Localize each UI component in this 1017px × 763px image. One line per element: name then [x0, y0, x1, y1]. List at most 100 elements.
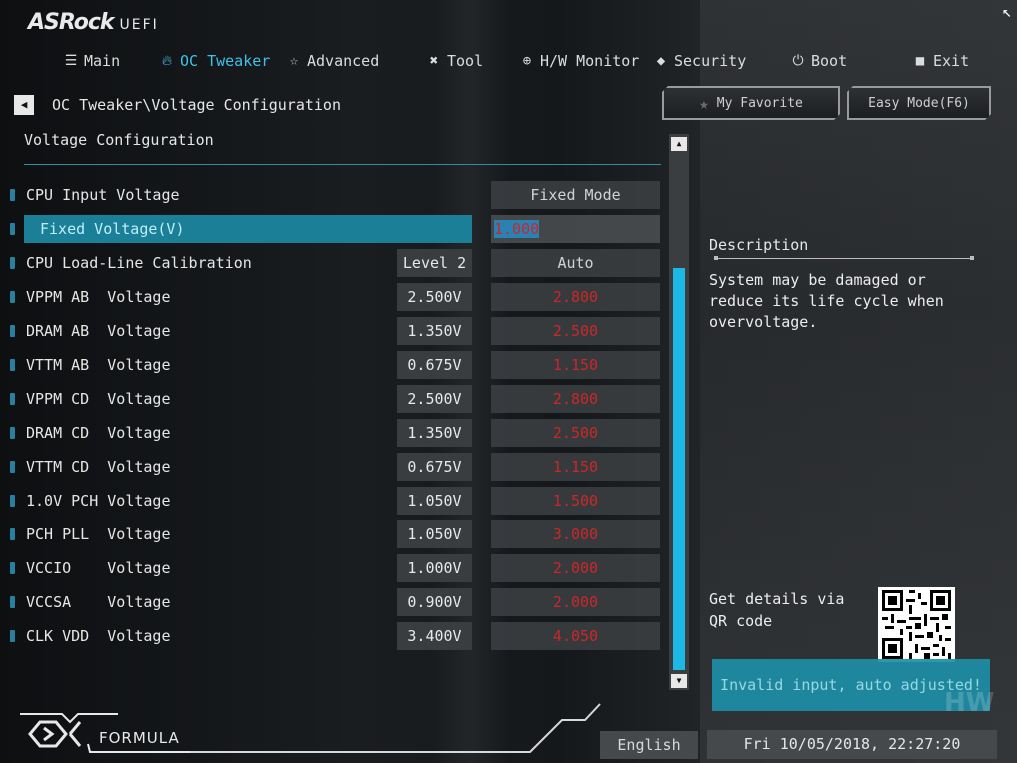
current-value: 3.400V: [397, 622, 472, 650]
scroll-up-button[interactable]: ▲: [671, 137, 687, 151]
row-marker: [10, 596, 15, 608]
setting-row-vccio[interactable]: VCCIO Voltage 1.000V 2.000: [0, 554, 665, 584]
current-value: 2.500V: [397, 385, 472, 413]
setting-value-dropdown[interactable]: Auto: [491, 249, 660, 277]
current-value: 1.350V: [397, 317, 472, 345]
setting-value-input[interactable]: 3.000: [491, 520, 660, 548]
breadcrumb: OC Tweaker\Voltage Configuration: [52, 96, 341, 114]
tab-security[interactable]: ◆ Security: [654, 52, 746, 70]
current-value: 1.350V: [397, 419, 472, 447]
tab-exit[interactable]: ■ Exit: [913, 52, 969, 70]
setting-row-vttm-ab[interactable]: VTTM AB Voltage 0.675V 1.150: [0, 351, 665, 381]
exit-door-icon: ■: [915, 53, 925, 69]
setting-row-cpu-input-voltage[interactable]: CPU Input Voltage Fixed Mode: [0, 181, 665, 211]
row-marker: [10, 393, 15, 405]
tab-tool-label: Tool: [447, 52, 484, 70]
current-value: Level 2: [397, 249, 472, 277]
setting-row-1v-pch[interactable]: 1.0V PCH Voltage 1.050V 1.500: [0, 487, 665, 517]
row-marker: [10, 630, 15, 642]
setting-row-vppm-ab[interactable]: VPPM AB Voltage 2.500V 2.800: [0, 283, 665, 313]
setting-label: VPPM CD Voltage: [26, 390, 171, 408]
footer-accent-line: [190, 703, 601, 753]
setting-value-input[interactable]: 1.500: [491, 487, 660, 515]
setting-label: CPU Input Voltage: [26, 186, 180, 204]
qr-code-graphic: [879, 587, 954, 662]
chevron-up-icon: ▲: [676, 139, 682, 148]
monitor-icon: ⊕: [522, 53, 532, 69]
tab-hw-monitor[interactable]: ⊕ H/W Monitor: [520, 52, 640, 70]
setting-label: Fixed Voltage(V): [40, 220, 185, 238]
setting-value-input[interactable]: 2.500: [491, 317, 660, 345]
setting-row-vttm-cd[interactable]: VTTM CD Voltage 0.675V 1.150: [0, 453, 665, 483]
setting-label: 1.0V PCH Voltage: [26, 492, 171, 510]
back-button[interactable]: ◀: [14, 95, 34, 115]
tab-main[interactable]: ☰ Main: [64, 52, 120, 70]
current-value: 0.675V: [397, 351, 472, 379]
mouse-pointer-icon: ↖: [1002, 2, 1012, 21]
tab-boot-label: Boot: [811, 52, 848, 70]
setting-row-vccsa[interactable]: VCCSA Voltage 0.900V 2.000: [0, 588, 665, 618]
list-icon: ☰: [64, 53, 78, 69]
setting-row-vppm-cd[interactable]: VPPM CD Voltage 2.500V 2.800: [0, 385, 665, 415]
scroll-down-button[interactable]: ▼: [671, 674, 687, 688]
setting-label: DRAM AB Voltage: [26, 322, 171, 340]
chevron-down-icon: ▼: [676, 676, 682, 685]
my-favorite-label: My Favorite: [716, 95, 803, 111]
setting-value-input[interactable]: 2.000: [491, 554, 660, 582]
row-marker: [10, 495, 15, 507]
row-marker: [10, 562, 15, 574]
setting-label: VCCSA Voltage: [26, 593, 171, 611]
setting-label: VTTM AB Voltage: [26, 356, 171, 374]
section-title: Voltage Configuration: [24, 131, 214, 149]
flame-icon: 🔥︎: [161, 53, 173, 69]
setting-row-pch-pll[interactable]: PCH PLL Voltage 1.050V 3.000: [0, 520, 665, 550]
favorite-star-icon: ★: [699, 93, 709, 113]
easy-mode-label: Easy Mode(F6): [868, 95, 970, 111]
my-favorite-button[interactable]: ★ My Favorite: [662, 86, 840, 120]
tab-oc-tweaker[interactable]: 🔥︎ OC Tweaker: [160, 52, 270, 70]
row-marker: [10, 291, 15, 303]
qr-caption: Get details via QR code: [709, 590, 845, 630]
setting-value-input[interactable]: 2.000: [491, 588, 660, 616]
setting-row-fixed-voltage[interactable]: Fixed Voltage(V) 1.000: [0, 215, 665, 245]
setting-label: PCH PLL Voltage: [26, 525, 171, 543]
setting-row-load-line-calibration[interactable]: CPU Load-Line Calibration Level 2 Auto: [0, 249, 665, 279]
current-value: 1.050V: [397, 520, 472, 548]
setting-label: VPPM AB Voltage: [26, 288, 171, 306]
setting-row-clk-vdd[interactable]: CLK VDD Voltage 3.400V 4.050: [0, 622, 665, 652]
power-icon: ⏻: [792, 53, 804, 69]
setting-value-input[interactable]: 2.800: [491, 385, 660, 413]
back-arrow-icon: ◀: [20, 98, 28, 111]
setting-row-dram-ab[interactable]: DRAM AB Voltage 1.350V 2.500: [0, 317, 665, 347]
scrollbar-thumb[interactable]: [673, 268, 685, 670]
setting-value-input[interactable]: 1.150: [491, 453, 660, 481]
setting-value-input[interactable]: 1.150: [491, 351, 660, 379]
setting-value-input[interactable]: 4.050: [491, 622, 660, 650]
tab-boot[interactable]: ⏻ Boot: [791, 52, 847, 70]
setting-value-input[interactable]: 2.800: [491, 283, 660, 311]
current-value: 0.675V: [397, 453, 472, 481]
star-icon: ☆: [289, 53, 299, 69]
datetime-display: Fri 10/05/2018, 22:27:20: [707, 730, 997, 759]
tab-advanced[interactable]: ☆ Advanced: [287, 52, 379, 70]
description-title: Description: [709, 236, 809, 254]
current-value: 1.050V: [397, 487, 472, 515]
description-divider: [716, 258, 974, 259]
row-marker: [10, 189, 15, 201]
setting-value-input[interactable]: 2.500: [491, 419, 660, 447]
fixed-voltage-input-text: 1.000: [494, 220, 540, 238]
qr-code-image: [878, 587, 955, 662]
language-button[interactable]: English: [600, 731, 698, 759]
setting-label: VCCIO Voltage: [26, 559, 171, 577]
fixed-voltage-input[interactable]: 1.000: [491, 215, 660, 243]
row-marker: [10, 325, 15, 337]
current-value: 0.900V: [397, 588, 472, 616]
tab-tool[interactable]: ✖ Tool: [427, 52, 483, 70]
current-value: 2.500V: [397, 283, 472, 311]
setting-row-dram-cd[interactable]: DRAM CD Voltage 1.350V 2.500: [0, 419, 665, 449]
brand-suffix: UEFI: [119, 17, 159, 33]
easy-mode-button[interactable]: Easy Mode(F6): [847, 86, 991, 120]
setting-value-dropdown[interactable]: Fixed Mode: [491, 181, 660, 209]
watermark: HW: [944, 688, 995, 718]
description-text: System may be damaged or reduce its life…: [709, 271, 944, 331]
